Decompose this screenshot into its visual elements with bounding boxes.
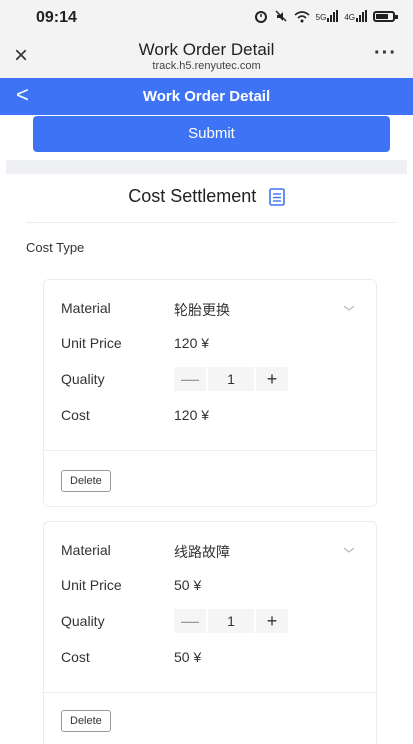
quantity-label: Quality [61, 371, 105, 387]
unit-price-label: Unit Price [61, 577, 122, 593]
status-time: 09:14 [36, 9, 77, 26]
decrement-button[interactable]: — [174, 609, 206, 633]
status-bar: 09:14 5G 4G [0, 0, 413, 36]
cost-item-card: Material 轮胎更换 Unit Price 120 ¥ Quality —… [43, 279, 377, 507]
section-header: Cost Settlement [0, 186, 413, 212]
submit-button[interactable]: Submit [33, 116, 390, 152]
section-title: Cost Settlement [128, 186, 257, 206]
browser-url: track.h5.renyutec.com [152, 60, 261, 72]
submit-bar: Submit [0, 115, 413, 159]
material-value: 轮胎更换 [174, 302, 230, 318]
more-icon[interactable]: ··· [374, 42, 397, 65]
app-header: < Work Order Detail [0, 78, 413, 115]
quantity-row: Quality — 1 + [61, 609, 359, 633]
material-value: 线路故障 [174, 544, 230, 560]
cost-value: 120 ¥ [174, 407, 210, 423]
quantity-stepper: — 1 + [174, 367, 288, 391]
cost-type-label: Cost Type [26, 240, 85, 255]
material-row[interactable]: Material 线路故障 [61, 542, 359, 562]
unit-price-row: Unit Price 50 ¥ [61, 577, 359, 597]
cost-label: Cost [61, 649, 90, 665]
signal-5g-icon: 5G [316, 10, 339, 22]
battery-icon [373, 10, 398, 22]
cost-row: Cost 50 ¥ [61, 649, 359, 669]
cost-item-card: Material 线路故障 Unit Price 50 ¥ Quality — … [43, 521, 377, 744]
unit-price-value: 50 ¥ [174, 577, 202, 593]
quantity-label: Quality [61, 613, 105, 629]
increment-button[interactable]: + [256, 367, 288, 391]
section-divider [6, 160, 407, 174]
unit-price-row: Unit Price 120 ¥ [61, 335, 359, 355]
unit-price-value: 120 ¥ [174, 335, 210, 351]
page-title: Work Order Detail [142, 88, 271, 105]
cost-row: Cost 120 ¥ [61, 407, 359, 427]
section-line [26, 222, 397, 223]
quantity-input[interactable]: 1 [208, 609, 254, 633]
status-icons: 5G 4G [254, 9, 398, 23]
card-divider [44, 450, 376, 451]
signal-5g-label: 5G [315, 13, 327, 22]
cost-label: Cost [61, 407, 90, 423]
cost-value: 50 ¥ [174, 649, 202, 665]
decrement-button[interactable]: — [174, 367, 206, 391]
delete-button[interactable]: Delete [61, 710, 111, 732]
browser-title: Work Order Detail [138, 40, 275, 59]
signal-4g-icon: 4G [344, 10, 367, 22]
material-row[interactable]: Material 轮胎更换 [61, 300, 359, 320]
card-divider [44, 692, 376, 693]
unit-price-label: Unit Price [61, 335, 122, 351]
material-label: Material [61, 300, 111, 316]
delete-button[interactable]: Delete [61, 470, 111, 492]
alarm-icon [254, 11, 267, 23]
signal-4g-label: 4G [344, 13, 355, 22]
chevron-down-icon[interactable] [343, 544, 355, 556]
increment-button[interactable]: + [256, 609, 288, 633]
browser-bar: × Work Order Detail track.h5.renyutec.co… [0, 36, 413, 78]
quantity-row: Quality — 1 + [61, 367, 359, 391]
material-label: Material [61, 542, 111, 558]
quantity-stepper: — 1 + [174, 609, 288, 633]
quantity-input[interactable]: 1 [208, 367, 254, 391]
document-icon[interactable] [268, 187, 285, 206]
mute-icon [275, 10, 287, 22]
wifi-icon [294, 10, 310, 22]
chevron-down-icon[interactable] [343, 302, 355, 314]
